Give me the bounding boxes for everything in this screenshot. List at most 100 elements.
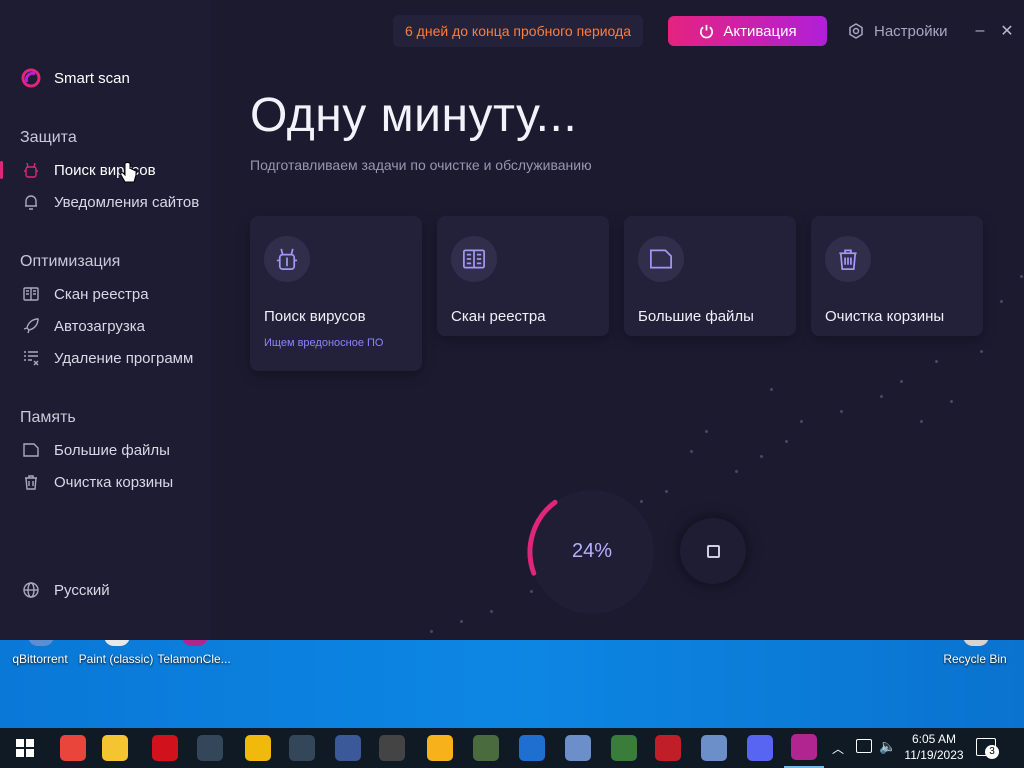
- stop-icon: [706, 544, 720, 558]
- world-of-warships-app[interactable]: [190, 728, 230, 768]
- control-panel-app-2-icon: [701, 735, 727, 761]
- telamon-cleaner-app[interactable]: [784, 728, 824, 768]
- trash-icon: [20, 472, 42, 492]
- red-app-icon: [655, 735, 681, 761]
- sidebar-item-label: Очистка корзины: [54, 473, 174, 491]
- active-item-indicator: [0, 161, 3, 179]
- close-button[interactable]: ✕: [996, 16, 1018, 46]
- decorative-dot: [980, 350, 983, 353]
- network-icon[interactable]: [856, 739, 872, 753]
- sandbox-app[interactable]: [604, 728, 644, 768]
- sidebar-item-label: Большие файлы: [54, 441, 170, 459]
- facebook-app[interactable]: [328, 728, 368, 768]
- control-panel-app[interactable]: [558, 728, 598, 768]
- decorative-dot: [735, 470, 738, 473]
- sidebar-item-large-files[interactable]: Большие файлы: [20, 439, 170, 461]
- decorative-dot: [430, 630, 433, 633]
- stop-scan-button[interactable]: [680, 518, 746, 584]
- task-card-title: Большие файлы: [638, 308, 754, 325]
- volume-muted-icon[interactable]: 🔈: [879, 738, 896, 755]
- task-card-virus-scan: Поиск вирусов Ищем вредоносное ПО: [250, 216, 422, 371]
- sidebar-item-autostart[interactable]: Автозагрузка: [20, 315, 145, 337]
- globe-icon: [20, 580, 42, 600]
- decorative-dot: [800, 420, 803, 423]
- binance-app[interactable]: [238, 728, 278, 768]
- opera-gx-app[interactable]: [420, 728, 460, 768]
- task-card-title: Скан реестра: [451, 308, 546, 325]
- trial-notice: 6 дней до конца пробного периода: [393, 15, 643, 47]
- sidebar-item-site-notifications[interactable]: Уведомления сайтов: [20, 191, 199, 213]
- decorative-dot: [950, 400, 953, 403]
- language-label: Русский: [54, 581, 110, 599]
- paint-app-icon: [473, 735, 499, 761]
- sidebar-section-memory: Память: [20, 409, 76, 426]
- file-explorer-app[interactable]: [95, 728, 135, 768]
- sidebar-item-label: Smart scan: [54, 69, 130, 87]
- task-card-large-files: Большие файлы: [624, 216, 796, 336]
- discord-app-icon: [747, 735, 773, 761]
- chrome-app-icon: [60, 735, 86, 761]
- task-card-title: Поиск вирусов: [264, 308, 366, 325]
- notification-count: 3: [985, 745, 999, 759]
- desktop-icon-label: qBittorrent: [12, 652, 68, 666]
- sidebar-item-label: Удаление программ: [54, 349, 194, 367]
- sidebar-item-registry-scan[interactable]: Скан реестра: [20, 283, 149, 305]
- notification-icon[interactable]: 3: [976, 738, 999, 759]
- system-clock[interactable]: 6:05 AM 11/19/2023: [900, 731, 968, 763]
- decorative-dot: [770, 388, 773, 391]
- chrome-app[interactable]: [53, 728, 93, 768]
- media-player-app[interactable]: [512, 728, 552, 768]
- task-card-title: Очистка корзины: [825, 308, 945, 325]
- folder-icon: [638, 236, 684, 282]
- settings-label: Настройки: [874, 22, 948, 40]
- binance-app-icon: [245, 735, 271, 761]
- decorative-dot: [460, 620, 463, 623]
- decorative-dot: [760, 455, 763, 458]
- sidebar-item-empty-trash[interactable]: Очистка корзины: [20, 471, 173, 493]
- desktop-icon-label: Paint (classic): [78, 652, 154, 666]
- decorative-dot: [880, 395, 883, 398]
- power-icon: [698, 23, 715, 40]
- settings-button[interactable]: Настройки: [847, 16, 948, 46]
- sidebar-section-protection: Защита: [20, 129, 77, 146]
- world-of-warships-app-2[interactable]: [282, 728, 322, 768]
- decorative-dot: [1020, 275, 1023, 278]
- control-panel-app-2[interactable]: [694, 728, 734, 768]
- sidebar-item-label: Уведомления сайтов: [54, 193, 200, 211]
- file-explorer-app-icon: [102, 735, 128, 761]
- paint-app[interactable]: [466, 728, 506, 768]
- media-player-app-icon: [519, 735, 545, 761]
- progress-percent: 24%: [571, 540, 613, 562]
- world-of-tanks-app[interactable]: [372, 728, 412, 768]
- activate-label: Активация: [723, 22, 797, 40]
- decorative-dot: [935, 360, 938, 363]
- task-card-registry-scan: Скан реестра: [437, 216, 609, 336]
- minimize-button[interactable]: –: [969, 16, 991, 46]
- start-button[interactable]: [5, 728, 45, 768]
- task-card-status: Ищем вредоносное ПО: [264, 337, 384, 349]
- sidebar-section-optimization: Оптимизация: [20, 253, 121, 270]
- trash-icon: [825, 236, 871, 282]
- world-of-warships-app-2-icon: [289, 735, 315, 761]
- opera-app-icon: [152, 735, 178, 761]
- clock-time: 6:05 AM: [911, 732, 957, 746]
- tray-chevron-icon[interactable]: ︿: [832, 740, 844, 757]
- discord-app[interactable]: [740, 728, 780, 768]
- sidebar-item-smart-scan[interactable]: Smart scan: [20, 67, 130, 89]
- opera-app[interactable]: [145, 728, 185, 768]
- world-of-tanks-app-icon: [379, 735, 405, 761]
- page-title: Одну минуту...: [250, 89, 578, 142]
- sidebar: Smart scan Защита Поиск вирусов Уведомле…: [0, 0, 210, 640]
- book-icon: [451, 236, 497, 282]
- decorative-dot: [840, 410, 843, 413]
- smart-scan-logo-icon: [20, 68, 42, 88]
- taskbar: ︿ 🔈 6:05 AM 11/19/2023 3: [0, 728, 1024, 768]
- decorative-dot: [665, 490, 668, 493]
- sidebar-item-uninstall[interactable]: Удаление программ: [20, 347, 193, 369]
- bug-icon: [264, 236, 310, 282]
- sidebar-item-label: Поиск вирусов: [54, 161, 156, 179]
- page-subtitle: Подготавливаем задачи по очистке и обслу…: [250, 157, 592, 173]
- language-selector[interactable]: Русский: [20, 579, 110, 601]
- activate-button[interactable]: Активация: [668, 16, 827, 46]
- red-app[interactable]: [648, 728, 688, 768]
